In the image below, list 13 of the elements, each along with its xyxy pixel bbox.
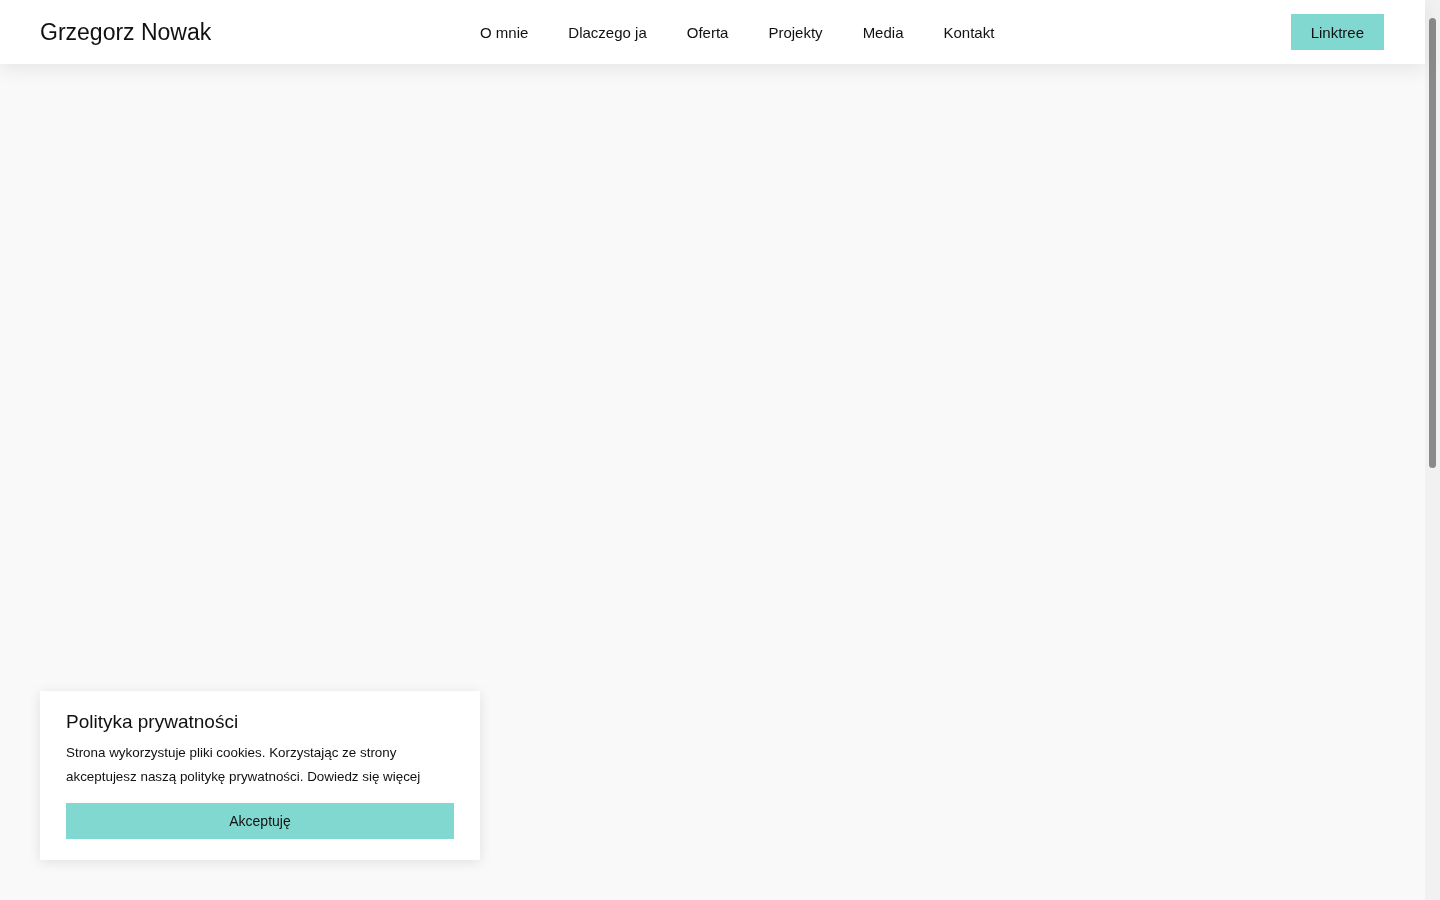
cookie-text: Strona wykorzystuje pliki cookies. Korzystając ze strony akceptujesz naszą politykę prywatności. Dowiedz się więcej	[66, 744, 422, 786]
linktree-button[interactable]: Linktree	[1290, 14, 1384, 50]
nav-link[interactable]: Oferta	[666, 15, 749, 49]
nav-link[interactable]: Kontakt	[923, 15, 1015, 49]
learn-more-link[interactable]: Dowiedz się więcej	[307, 769, 421, 784]
site-title: Grzegorz Nowak	[40, 18, 213, 46]
cookie-title: Polityka prywatności	[66, 711, 240, 733]
nav-link[interactable]: Projekty	[748, 15, 843, 49]
nav-link[interactable]: O mnie	[460, 15, 549, 49]
accept-button[interactable]: Akceptuję	[66, 803, 454, 839]
nav-link[interactable]: Dlaczego ja	[548, 15, 667, 49]
scrollbar[interactable]	[1425, 0, 1440, 900]
nav-link[interactable]: Media	[842, 15, 924, 49]
